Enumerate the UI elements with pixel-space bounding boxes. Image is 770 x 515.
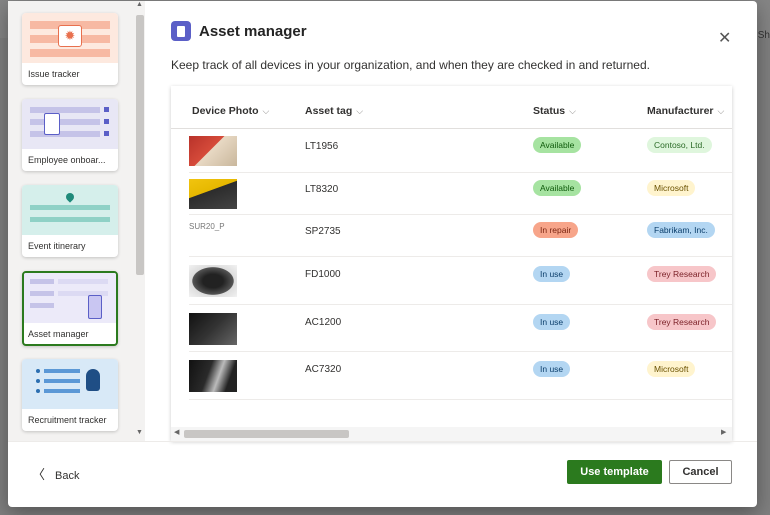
template-label: Asset manager <box>28 329 89 339</box>
scroll-up-icon[interactable]: ▲ <box>136 1 143 8</box>
device-photo <box>189 265 237 297</box>
status-badge: In repair <box>533 222 579 238</box>
column-header-status[interactable]: Status ⌵ <box>533 105 576 117</box>
manufacturer-badge: Microsoft <box>647 361 696 377</box>
template-card-recruitment-tracker[interactable]: Recruitment tracker <box>22 359 118 431</box>
bug-icon: ✹ <box>58 25 82 47</box>
dialog-title: Asset manager <box>199 22 307 40</box>
template-label: Issue tracker <box>28 69 80 79</box>
event-itinerary-thumbnail <box>22 185 118 235</box>
chevron-down-icon: ⌵ <box>262 106 270 116</box>
table-row[interactable]: AC1200 In use Trey Research <box>189 305 732 352</box>
scrollbar-thumb[interactable] <box>184 430 349 438</box>
table-row[interactable]: LT8320 Available Microsoft <box>189 173 732 215</box>
template-list: ✹ Issue tracker Employee onboar... Event… <box>8 1 145 441</box>
device-photo <box>189 179 237 209</box>
template-card-event-itinerary[interactable]: Event itinerary <box>22 185 118 257</box>
table-row[interactable]: FD1000 In use Trey Research <box>189 257 732 305</box>
photo-alt-text: SUR20_P <box>189 222 225 231</box>
device-photo <box>189 136 237 166</box>
template-dialog: ✹ Issue tracker Employee onboar... Event… <box>8 1 757 507</box>
dialog-footer: 〈 Back Use template Cancel <box>8 441 757 507</box>
table-horizontal-scrollbar[interactable]: ◀ ▶ <box>171 427 732 441</box>
asset-manager-thumbnail <box>24 273 116 323</box>
manufacturer-badge: Contoso, Ltd. <box>647 137 712 153</box>
status-badge: Available <box>533 137 582 153</box>
device-photo <box>189 313 237 345</box>
chevron-down-icon: ⌵ <box>569 106 576 116</box>
list-icon <box>171 21 191 41</box>
scroll-down-icon[interactable]: ▼ <box>136 429 143 436</box>
template-label: Recruitment tracker <box>28 415 107 425</box>
template-list-scrollbar[interactable]: ▲ ▼ <box>135 1 145 441</box>
asset-tag: FD1000 <box>305 269 341 280</box>
table-row[interactable]: LT1956 Available Contoso, Ltd. <box>189 129 732 173</box>
back-button[interactable]: 〈 Back <box>32 464 79 483</box>
employee-onboarding-thumbnail <box>22 99 118 149</box>
clipboard-icon <box>44 113 60 135</box>
asset-tag: AC7320 <box>305 364 342 375</box>
chevron-down-icon: ⌵ <box>356 106 364 116</box>
scroll-right-icon[interactable]: ▶ <box>721 428 726 436</box>
table-header: Device Photo ⌵ Asset tag ⌵ Status ⌵ Manufac… <box>171 86 732 129</box>
recruitment-tracker-thumbnail <box>22 359 118 409</box>
use-template-button[interactable]: Use template <box>567 460 662 484</box>
template-label: Event itinerary <box>28 241 86 251</box>
chevron-down-icon: ⌵ <box>717 106 725 116</box>
template-label: Employee onboar... <box>28 155 106 165</box>
close-icon[interactable]: ✕ <box>718 28 731 48</box>
template-card-asset-manager[interactable]: Asset manager <box>22 271 118 346</box>
column-header-device-photo[interactable]: Device Photo ⌵ <box>192 105 269 117</box>
asset-tag: LT1956 <box>305 141 339 152</box>
scrollbar-thumb[interactable] <box>136 15 144 275</box>
device-icon <box>88 295 102 319</box>
scroll-left-icon[interactable]: ◀ <box>174 428 179 436</box>
manufacturer-badge: Trey Research <box>647 314 717 330</box>
status-badge: Available <box>533 180 582 196</box>
dialog-subtitle: Keep track of all devices in your organi… <box>171 58 650 72</box>
broken-image-icon: SUR20_P <box>189 222 237 252</box>
asset-tag: LT8320 <box>305 184 339 195</box>
chevron-left-icon: 〈 <box>32 467 46 482</box>
manufacturer-badge: Trey Research <box>647 266 717 282</box>
device-photo <box>189 360 237 392</box>
dialog-header: Asset manager <box>171 21 307 41</box>
asset-tag: SP2735 <box>305 226 341 237</box>
person-icon <box>86 369 100 391</box>
asset-tag: AC1200 <box>305 317 342 328</box>
cancel-button[interactable]: Cancel <box>669 460 732 484</box>
manufacturer-badge: Fabrikam, Inc. <box>647 222 715 238</box>
backdrop-text: Sh <box>757 30 770 41</box>
manufacturer-badge: Microsoft <box>647 180 696 196</box>
column-header-asset-tag[interactable]: Asset tag ⌵ <box>305 105 363 117</box>
status-badge: In use <box>533 314 571 330</box>
template-card-issue-tracker[interactable]: ✹ Issue tracker <box>22 13 118 85</box>
template-preview: Device Photo ⌵ Asset tag ⌵ Status ⌵ Manufac… <box>171 86 732 441</box>
issue-tracker-thumbnail: ✹ <box>22 13 118 63</box>
status-badge: In use <box>533 361 571 377</box>
status-badge: In use <box>533 266 571 282</box>
table-row[interactable]: SUR20_P SP2735 In repair Fabrikam, Inc. <box>189 215 732 257</box>
column-header-manufacturer[interactable]: Manufacturer ⌵ <box>647 105 724 117</box>
template-card-employee-onboarding[interactable]: Employee onboar... <box>22 99 118 171</box>
table-row[interactable]: AC7320 In use Microsoft <box>189 352 732 400</box>
location-pin-icon <box>64 191 76 203</box>
